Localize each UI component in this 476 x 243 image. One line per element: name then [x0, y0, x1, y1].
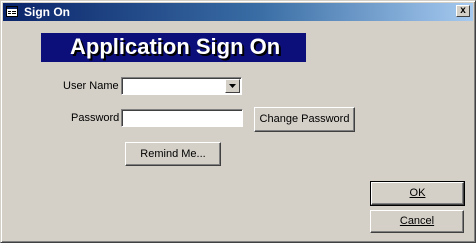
change-password-button[interactable]: Change Password — [254, 107, 355, 132]
form-icon — [6, 6, 18, 17]
ok-button[interactable]: OK — [370, 181, 465, 206]
username-dropdown-button[interactable] — [225, 79, 240, 93]
username-combobox[interactable] — [121, 77, 242, 95]
title-bar[interactable]: Sign On x — [3, 3, 473, 21]
sign-on-dialog: Sign On x Application Sign On User Name … — [0, 0, 476, 243]
chevron-down-icon — [229, 84, 236, 88]
close-button[interactable]: x — [456, 5, 470, 17]
cancel-label: Cancel — [399, 215, 435, 227]
cancel-button[interactable]: Cancel — [370, 210, 464, 233]
password-field[interactable] — [121, 109, 243, 127]
username-label: User Name — [63, 80, 119, 92]
close-icon: x — [460, 5, 466, 16]
remind-me-button[interactable]: Remind Me... — [125, 142, 221, 166]
window-title: Sign On — [24, 5, 70, 19]
password-label: Password — [71, 112, 120, 124]
banner-title: Application Sign On — [70, 34, 281, 59]
